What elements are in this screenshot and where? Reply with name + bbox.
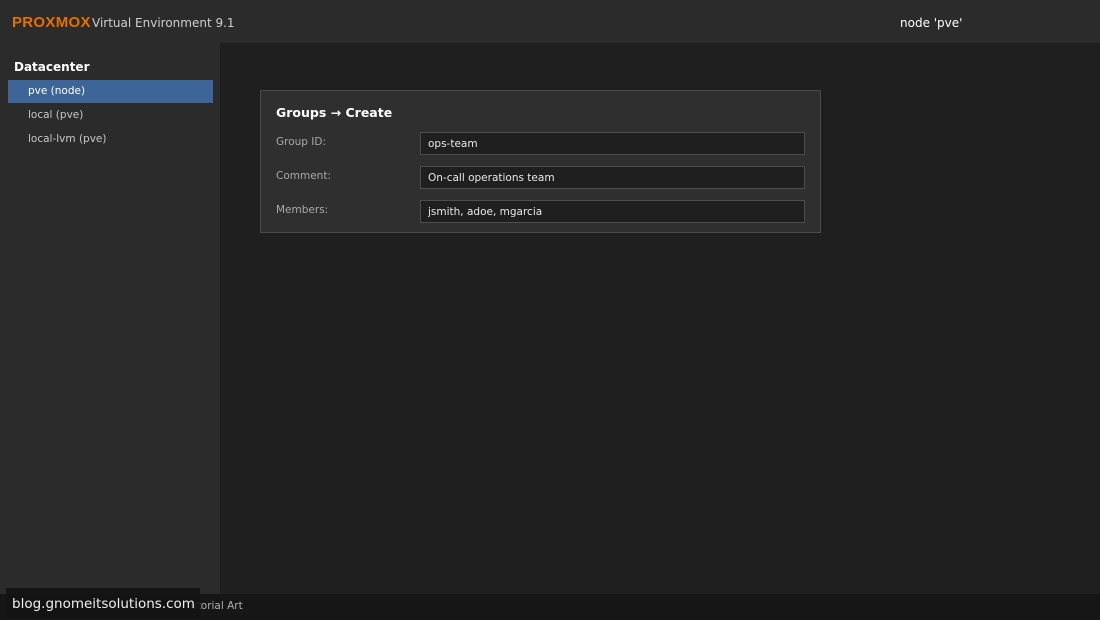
members-label: Members: xyxy=(276,204,329,216)
current-node-label: node 'pve' xyxy=(900,16,963,30)
tree-root-datacenter[interactable]: Datacenter xyxy=(14,60,89,74)
watermark: blog.gnomeitsolutions.com xyxy=(6,588,200,618)
tree-item-pve-node[interactable]: pve (node) xyxy=(8,80,213,103)
top-bar: PROXMOX Virtual Environment 9.1 node 'pv… xyxy=(0,0,1100,43)
product-version: Virtual Environment 9.1 xyxy=(92,16,235,30)
watermark-text: blog.gnomeitsolutions.com xyxy=(12,596,195,612)
tree-item-label: local (pve) xyxy=(28,109,84,121)
tree-item-local-lvm[interactable]: local-lvm (pve) xyxy=(8,128,213,151)
group-create-panel: Groups → Create Group ID: Comment: Membe… xyxy=(260,90,821,233)
comment-label: Comment: xyxy=(276,170,331,182)
comment-input[interactable] xyxy=(420,166,805,189)
group-id-label: Group ID: xyxy=(276,136,327,148)
tree-item-local[interactable]: local (pve) xyxy=(8,104,213,127)
proxmox-logo: PROXMOX xyxy=(12,14,91,31)
tree-item-label: pve (node) xyxy=(28,85,86,97)
panel-title: Groups → Create xyxy=(276,105,393,120)
members-input[interactable] xyxy=(420,200,805,223)
tree-item-label: local-lvm (pve) xyxy=(28,133,107,145)
resource-tree: Datacenter pve (node) local (pve) local-… xyxy=(0,43,220,594)
group-id-input[interactable] xyxy=(420,132,805,155)
